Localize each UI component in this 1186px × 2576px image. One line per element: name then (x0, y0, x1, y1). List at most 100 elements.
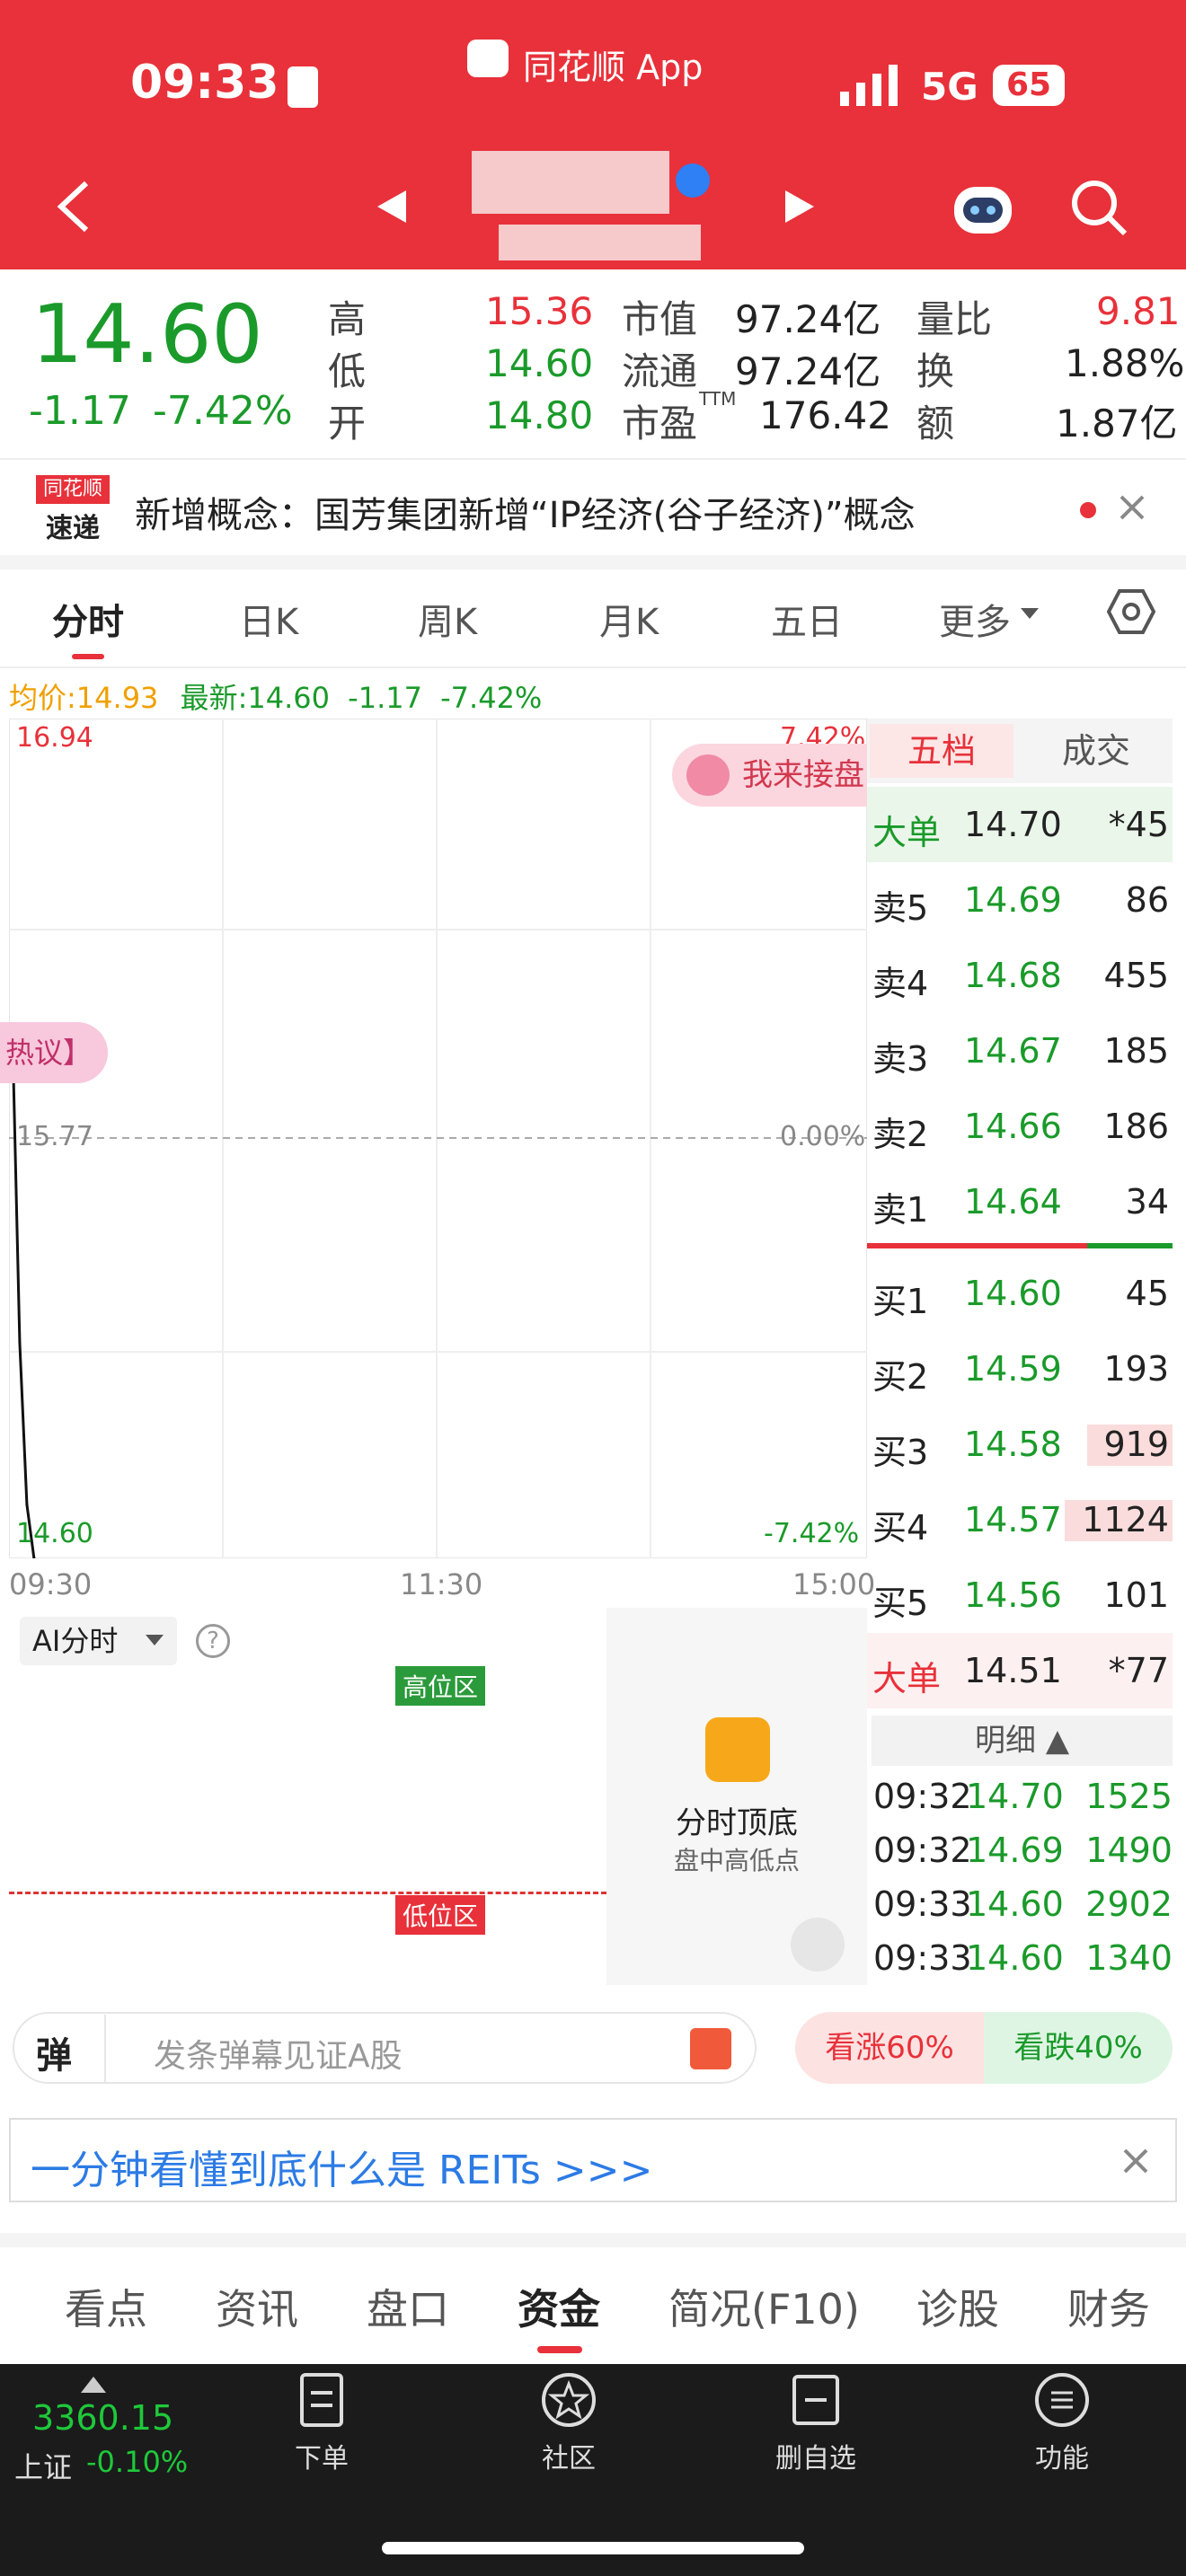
divider (104, 2015, 106, 2083)
high-zone-label: 高位区 (395, 1666, 486, 1706)
tab-news[interactable]: 资讯 (216, 2277, 298, 2336)
tab-daily-k[interactable]: 日K (239, 593, 298, 645)
catch-button[interactable]: 我来接盘 (672, 744, 867, 807)
next-stock-icon[interactable] (783, 190, 816, 223)
hot-tag-label: 热议】 (5, 1036, 93, 1070)
promo-subtitle: 盘中高低点 (673, 1846, 800, 1875)
big-order-label: 大单 (872, 813, 942, 852)
tab-intraday[interactable]: 分时 (52, 593, 124, 645)
stock-name-redacted (472, 151, 669, 214)
tab-trades[interactable]: 成交 (1024, 724, 1168, 778)
axis-high: 16.94 (16, 722, 93, 754)
nav-community[interactable]: 社区 (497, 2371, 641, 2475)
caret-up-icon (81, 2377, 106, 2393)
bid-label: 买4 (872, 1508, 929, 1548)
trade-detail-row: 09:33 14.60 1340 (872, 1933, 1173, 1987)
ask-label: 卖5 (872, 888, 929, 928)
trade-vol: 1525 (1085, 1777, 1173, 1816)
bid-label: 买3 (872, 1433, 929, 1472)
bid-row: 买1 14.60 45 (867, 1256, 1173, 1331)
network-label: 5G (921, 65, 978, 109)
axis-mid-pct: 0.00% (780, 1121, 866, 1152)
nav-label: 删自选 (775, 2443, 856, 2475)
detail-toggle[interactable]: 明细 ▲ (872, 1716, 1173, 1766)
fullscreen-icon[interactable] (791, 1918, 845, 1972)
battery-level: 65 (1005, 66, 1052, 103)
price-line (11, 1037, 36, 1559)
ask-label: 卖4 (872, 964, 929, 1003)
news-badge-bottom: 速递 (46, 513, 100, 544)
settings-hexagon-icon[interactable] (1106, 587, 1156, 636)
reits-banner[interactable]: 一分钟看懂到底什么是 REITs >>> (9, 2118, 1177, 2202)
tab-highlights[interactable]: 看点 (65, 2277, 147, 2336)
ai-dropdown[interactable]: AI分时 (20, 1617, 177, 1665)
nav-functions[interactable]: 功能 (990, 2371, 1134, 2475)
close-icon[interactable] (1114, 490, 1150, 525)
nav-order[interactable]: 下单 (250, 2371, 394, 2475)
divider (0, 666, 1186, 668)
price-change-pct: -7.42% (153, 388, 293, 434)
help-icon[interactable]: ? (196, 1624, 230, 1658)
stat-value: 1.87亿 (1056, 401, 1178, 446)
tab-weekly-k[interactable]: 周K (418, 593, 477, 645)
tab-five-level[interactable]: 五档 (870, 724, 1013, 778)
ask-label: 卖1 (872, 1190, 929, 1230)
news-badge-top: 同花顺 (36, 475, 110, 504)
close-icon[interactable] (1118, 2143, 1154, 2179)
tab-f10[interactable]: 简况(F10) (668, 2277, 860, 2336)
current-price: 14.60 (31, 287, 263, 382)
search-icon[interactable] (1069, 178, 1128, 237)
bid-row: 买5 14.56 101 (867, 1557, 1173, 1633)
ask-price: 14.68 (964, 956, 1062, 995)
axis-low: 14.60 (16, 1518, 93, 1549)
danmu-placeholder: 发条弹幕见证A股 (154, 2038, 403, 2075)
bullish-button[interactable]: 看涨60% (795, 2012, 984, 2084)
latest-price: 14.60 (247, 681, 330, 715)
intraday-chart[interactable] (8, 718, 868, 1794)
stat-value: 9.81 (1096, 289, 1181, 333)
ttm-sup: TTM (699, 388, 737, 410)
time-label: 15:00 (792, 1567, 876, 1601)
nav-remove-watchlist[interactable]: 删自选 (744, 2371, 888, 2475)
stat-value: 97.24亿 (735, 349, 881, 393)
trade-time: 09:33 (873, 1938, 972, 1978)
trade-vol: 1340 (1085, 1938, 1173, 1978)
stat-label: 换 (916, 349, 955, 393)
latest-change: -1.17 (348, 681, 422, 715)
tab-more[interactable]: 更多 (939, 593, 1011, 645)
document-icon (300, 2373, 343, 2427)
bearish-button[interactable]: 看跌40% (984, 2012, 1173, 2084)
tab-monthly-k[interactable]: 月K (599, 593, 659, 645)
gift-icon[interactable] (690, 2028, 731, 2069)
time-label: 11:30 (400, 1567, 483, 1601)
news-banner[interactable]: 同花顺 速递 新增概念：国芳集团新增“IP经济(谷子经济)”概念 (0, 463, 1186, 552)
latest-pct: -7.42% (440, 681, 543, 715)
stat-label: 额 (916, 401, 955, 446)
prev-stock-icon[interactable] (376, 190, 408, 223)
verified-icon (676, 163, 710, 198)
robot-assistant-icon[interactable] (951, 178, 1015, 237)
stat-value: 176.42 (759, 393, 891, 437)
ai-promo-card[interactable]: 分时顶底 盘中高低点 (606, 1608, 867, 1985)
tab-capital[interactable]: 资金 (518, 2277, 600, 2336)
bid-price: 14.58 (964, 1425, 1062, 1464)
ask-vol: 86 (1125, 880, 1169, 920)
nav-label: 下单 (295, 2443, 349, 2475)
stat-label: 低 (328, 349, 367, 393)
stat-label: 量比 (916, 297, 993, 341)
tab-diagnosis[interactable]: 诊股 (916, 2277, 999, 2336)
chevron-down-icon[interactable] (1021, 607, 1039, 620)
back-icon[interactable] (56, 180, 92, 234)
tab-finance[interactable]: 财务 (1067, 2277, 1150, 2336)
bid-vol: 1124 (1082, 1500, 1169, 1539)
low-zone-line (9, 1892, 606, 1894)
tab-five-day[interactable]: 五日 (771, 593, 843, 645)
hot-discussion-tag[interactable]: 热议】 (0, 1022, 108, 1083)
trade-detail-row: 09:32 14.69 1490 (872, 1825, 1173, 1879)
danmu-input[interactable]: 弹 发条弹幕见证A股 (13, 2012, 757, 2084)
chevron-down-icon (146, 1635, 164, 1645)
home-indicator (382, 2542, 804, 2554)
index-widget[interactable]: 3360.15 上证 -0.10% (0, 2371, 207, 2488)
price-change: -1.17 (29, 388, 131, 434)
tab-orderbook[interactable]: 盘口 (367, 2277, 449, 2336)
